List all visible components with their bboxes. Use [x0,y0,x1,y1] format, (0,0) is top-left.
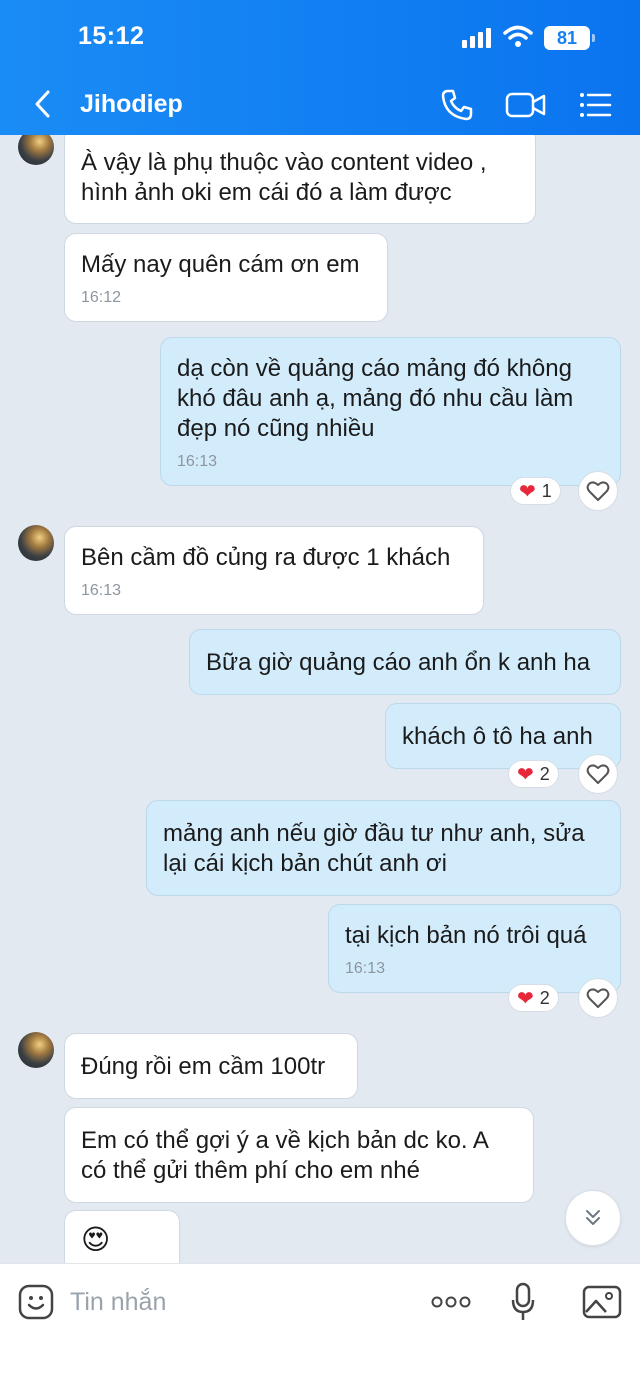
heart-outline-icon [586,988,610,1008]
contact-avatar[interactable] [18,135,54,165]
menu-list-icon[interactable] [578,90,612,120]
scroll-to-bottom-button[interactable] [565,1190,621,1246]
contact-avatar[interactable] [18,525,54,561]
message-bubble-outgoing[interactable]: tại kịch bản nó trôi quá 16:13 [328,904,621,993]
message-input[interactable] [70,1282,400,1322]
heart-reaction-icon: ❤ [519,480,536,503]
more-options-icon[interactable] [430,1294,472,1310]
double-chevron-down-icon [586,1210,600,1225]
message-text: tại kịch bản nó trôi quá [345,922,587,949]
message-text: Đúng rồi em cầm 100tr [81,1053,326,1080]
back-arrow-icon[interactable] [30,88,56,120]
react-heart-button[interactable] [578,978,618,1018]
message-time: 16:13 [345,960,386,977]
battery-indicator: 81 [544,26,595,50]
message-bubble-incoming[interactable]: 😍 [64,1210,180,1263]
video-call-icon[interactable] [505,90,547,120]
reaction-summary[interactable]: ❤ 2 [508,984,559,1012]
chat-title[interactable]: Jihodiep [80,90,183,119]
message-text: Bữa giờ quảng cáo anh ổn k anh ha [206,649,591,676]
message-input-bar [0,1263,640,1386]
reaction-summary[interactable]: ❤ 2 [508,760,559,788]
message-time: 16:13 [177,453,218,470]
message-bubble-incoming[interactable]: Bên cầm đồ củng ra được 1 khách 16:13 [64,526,484,615]
microphone-icon[interactable] [510,1282,536,1322]
message-text: mảng anh nếu giờ đầu tư như anh, sửa lại… [163,820,585,877]
react-heart-button[interactable] [578,754,618,794]
message-bubble-outgoing[interactable]: Bữa giờ quảng cáo anh ổn k anh ha [189,629,621,695]
status-time: 15:12 [78,22,145,50]
message-bubble-incoming[interactable]: À vậy là phụ thuộc vào content video , h… [64,135,536,224]
heart-outline-icon [586,481,610,501]
message-time: 16:12 [81,289,122,306]
message-time: 16:13 [81,582,122,599]
message-text: À vậy là phụ thuộc vào content video , h… [81,149,487,206]
message-bubble-incoming[interactable]: Mấy nay quên cám ơn em 16:12 [64,233,388,322]
message-text: Bên cầm đồ củng ra được 1 khách [81,544,451,571]
heart-reaction-icon: ❤ [517,763,534,786]
heart-outline-icon [586,764,610,784]
emoji-message: 😍 [81,1224,111,1255]
reaction-count: 2 [539,987,550,1008]
heart-reaction-icon: ❤ [517,987,534,1010]
reaction-count: 1 [541,480,552,501]
message-bubble-incoming[interactable]: Đúng rồi em cầm 100tr [64,1033,358,1099]
sticker-icon[interactable] [18,1284,54,1320]
react-heart-button[interactable] [578,471,618,511]
message-bubble-outgoing[interactable]: mảng anh nếu giờ đầu tư như anh, sửa lại… [146,800,621,896]
message-text: dạ còn về quảng cáo mảng đó không khó đâ… [177,355,574,442]
message-bubble-outgoing[interactable]: dạ còn về quảng cáo mảng đó không khó đâ… [160,337,621,486]
message-text: Em có thể gợi ý a về kịch bản dc ko. A c… [81,1127,489,1184]
phone-call-icon[interactable] [440,88,474,122]
reaction-count: 2 [539,763,550,784]
wifi-icon [503,25,533,47]
message-list[interactable]: À vậy là phụ thuộc vào content video , h… [0,135,640,1263]
chat-header: 15:12 81 Jihodiep [0,0,640,135]
reaction-summary[interactable]: ❤ 1 [510,477,561,505]
image-gallery-icon[interactable] [582,1284,622,1320]
message-text: Mấy nay quên cám ơn em [81,251,360,278]
contact-avatar[interactable] [18,1032,54,1068]
signal-icon [462,28,494,48]
message-bubble-incoming[interactable]: Em có thể gợi ý a về kịch bản dc ko. A c… [64,1107,534,1203]
message-text: khách ô tô ha anh [402,723,593,750]
